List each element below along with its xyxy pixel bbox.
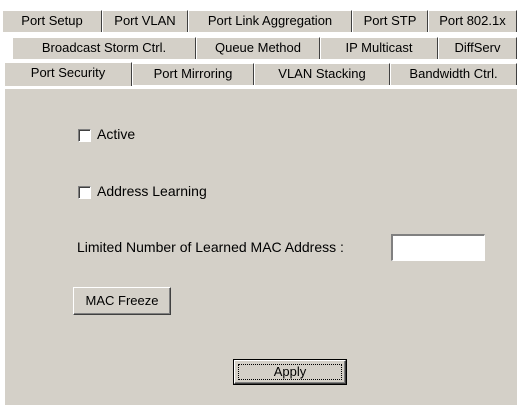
focus-rect — [238, 364, 342, 380]
tab-vlan-stacking[interactable]: VLAN Stacking — [254, 63, 390, 85]
tab-queue-method[interactable]: Queue Method — [196, 37, 320, 59]
limited-mac-input[interactable] — [391, 234, 485, 261]
tab-row-1: Port Setup Port VLAN Port Link Aggregati… — [2, 10, 517, 32]
mac-freeze-button[interactable]: MAC Freeze — [73, 287, 171, 315]
tab-ip-multicast[interactable]: IP Multicast — [320, 37, 438, 59]
tab-diffserv[interactable]: DiffServ — [438, 37, 517, 59]
apply-button[interactable]: Apply — [233, 359, 347, 385]
tab-bandwidth-ctrl[interactable]: Bandwidth Ctrl. — [390, 63, 517, 85]
tab-port-setup[interactable]: Port Setup — [2, 10, 102, 32]
tab-port-security[interactable]: Port Security — [4, 62, 132, 86]
address-learning-label: Address Learning — [97, 183, 207, 199]
limited-mac-label: Limited Number of Learned MAC Address : — [77, 239, 344, 255]
address-learning-checkbox[interactable] — [78, 186, 91, 199]
tab-row-3: Port Security Port Mirroring VLAN Stacki… — [2, 62, 517, 86]
tab-row-2: Broadcast Storm Ctrl. Queue Method IP Mu… — [2, 37, 517, 59]
tab-port-stp[interactable]: Port STP — [352, 10, 428, 32]
tab-port-mirroring[interactable]: Port Mirroring — [132, 63, 254, 85]
tab-port-vlan[interactable]: Port VLAN — [102, 10, 188, 32]
tab-port-8021x[interactable]: Port 802.1x — [428, 10, 517, 32]
tab-port-link-aggregation[interactable]: Port Link Aggregation — [188, 10, 352, 32]
active-label: Active — [97, 126, 136, 142]
port-security-panel: Active Address Learning Limited Number o… — [4, 88, 517, 405]
tab-broadcast-storm-ctrl[interactable]: Broadcast Storm Ctrl. — [12, 37, 196, 59]
active-checkbox[interactable] — [78, 129, 91, 142]
